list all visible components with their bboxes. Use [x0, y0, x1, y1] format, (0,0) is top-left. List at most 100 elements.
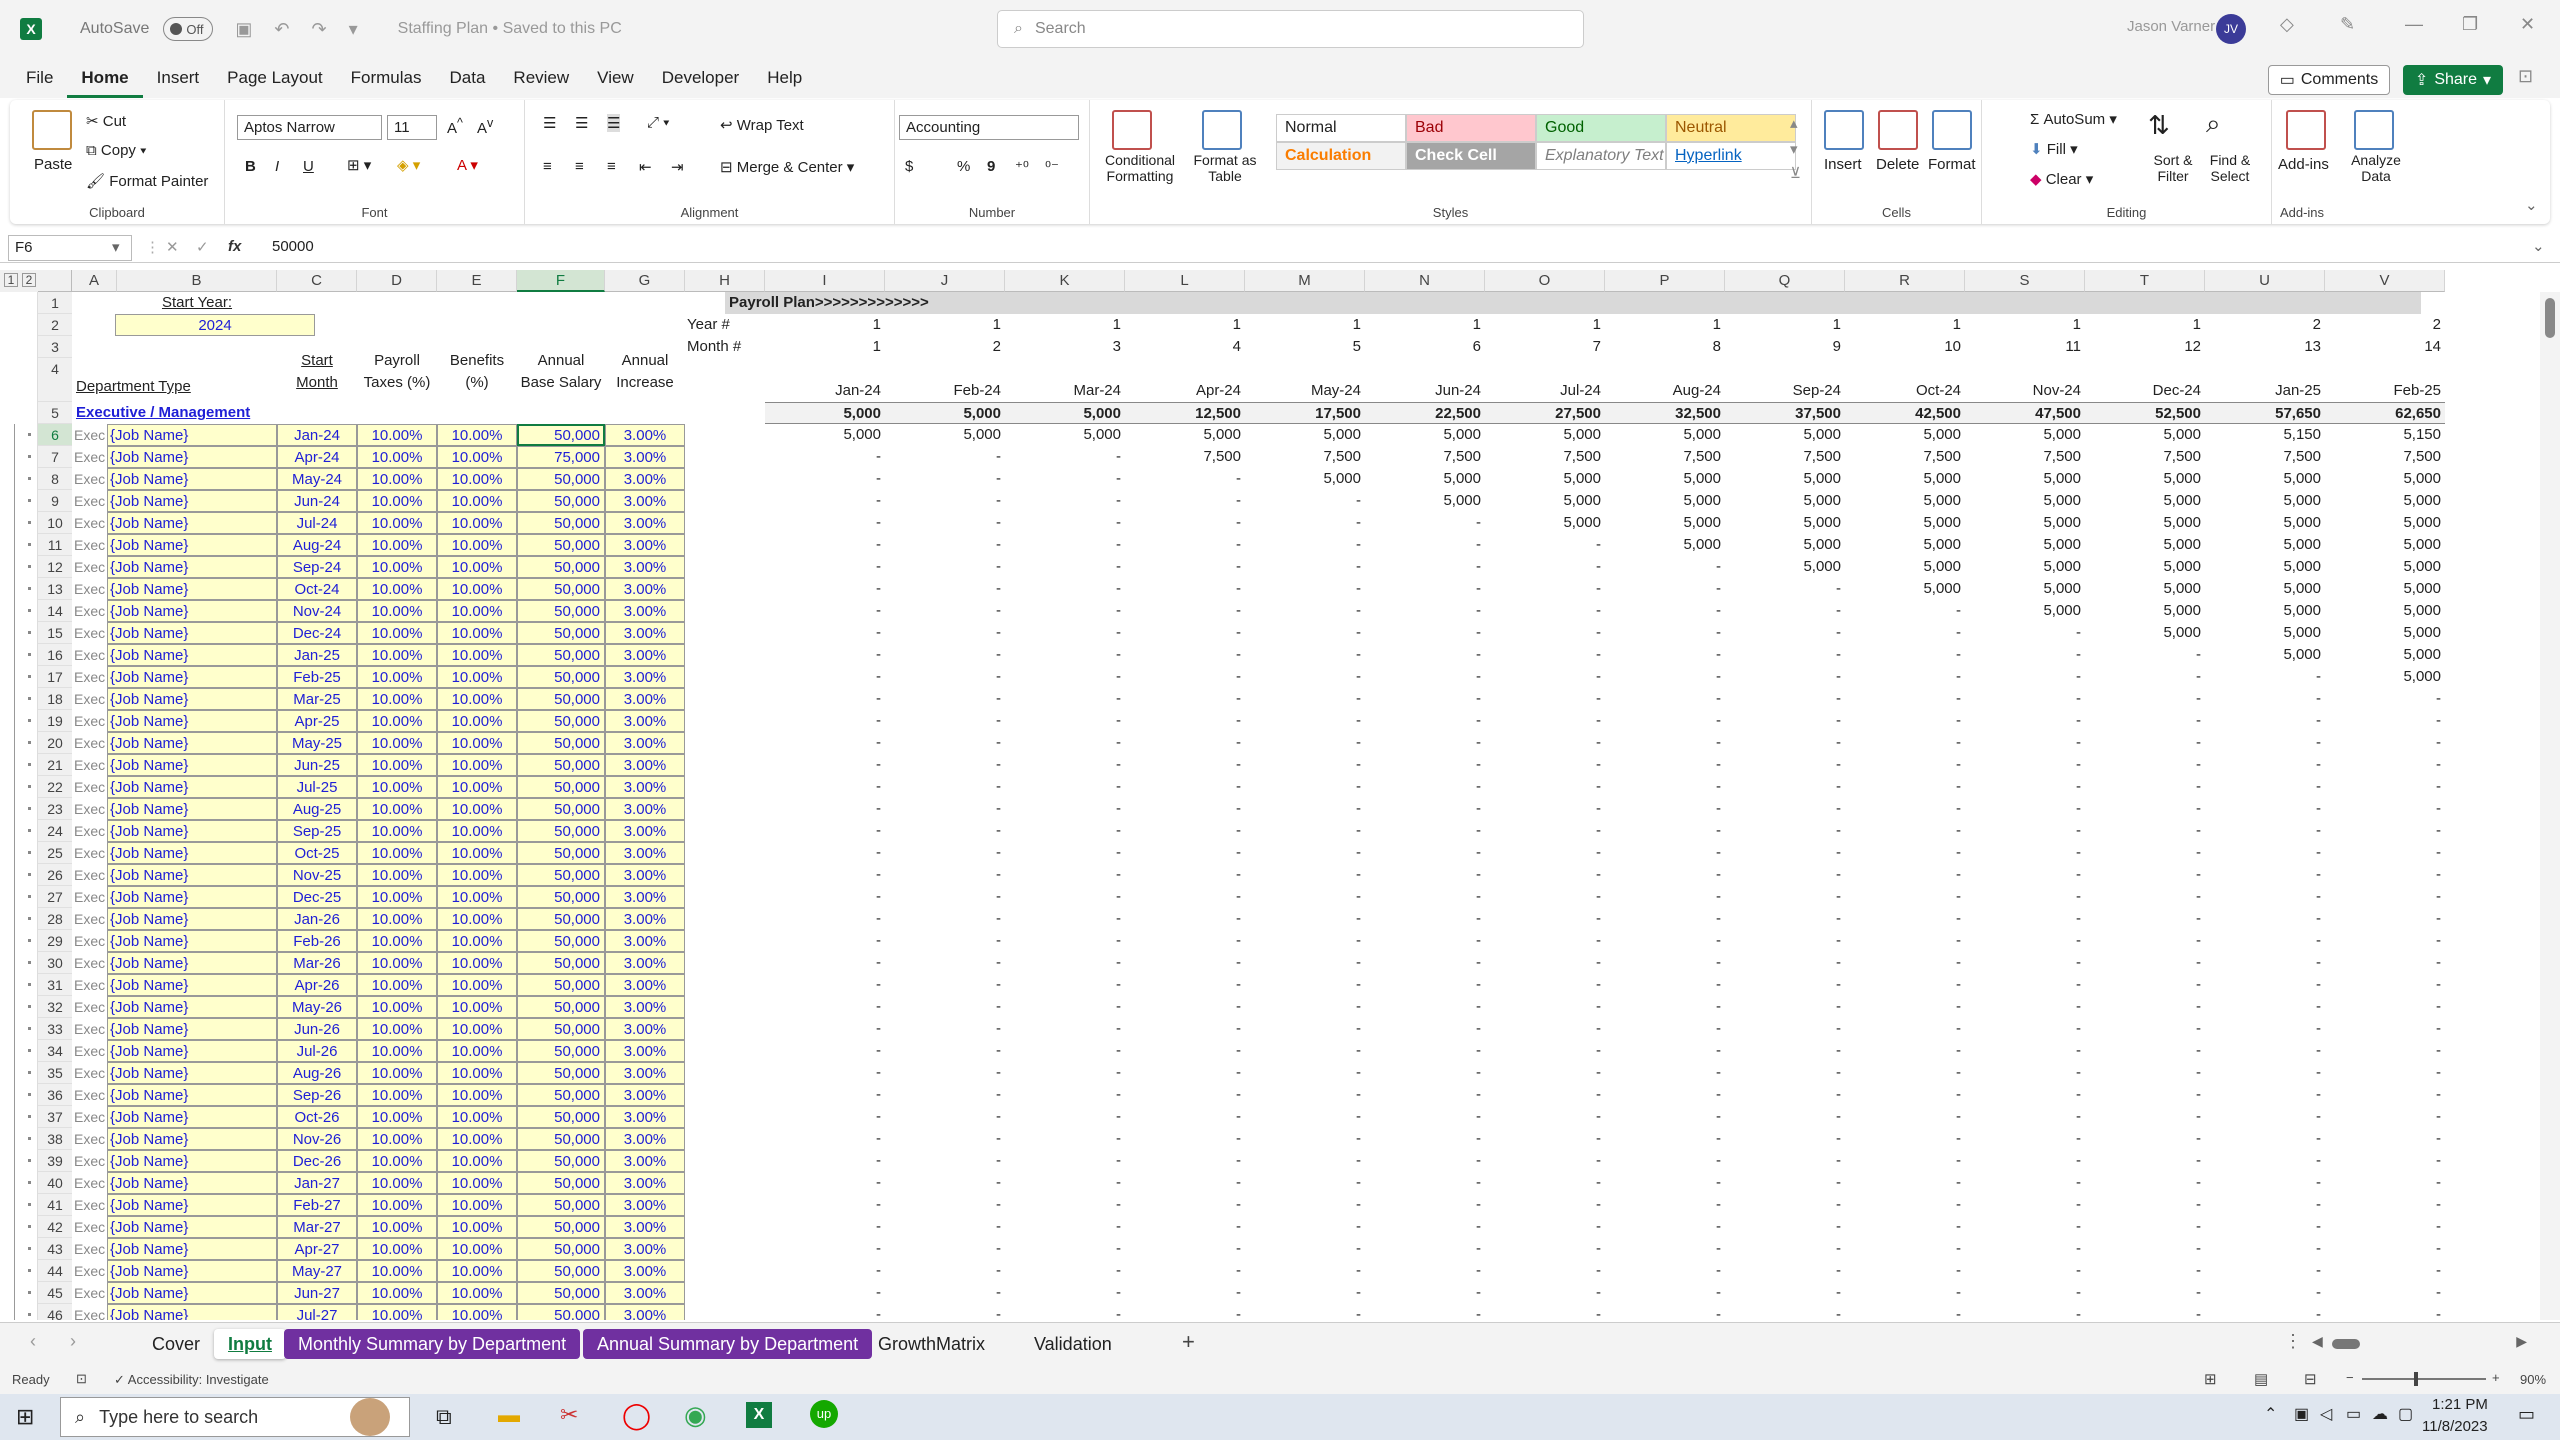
payroll-tax-input[interactable]: 10.00% — [357, 1040, 437, 1062]
start-month-input[interactable]: Sep-24 — [277, 556, 357, 578]
collapse-ribbon-icon[interactable]: ⌄ — [2525, 196, 2538, 214]
job-name-input[interactable]: {Job Name} — [107, 1238, 277, 1260]
conditional-formatting-button[interactable]: Conditional Formatting — [1094, 152, 1186, 184]
row-header[interactable]: 32 — [38, 996, 72, 1018]
base-salary-input[interactable]: 50,000 — [517, 1106, 605, 1128]
base-salary-input[interactable]: 50,000 — [517, 952, 605, 974]
insert-cells-icon[interactable] — [1824, 110, 1864, 150]
cut-button[interactable]: ✂ Cut — [86, 112, 126, 130]
base-salary-input[interactable]: 50,000 — [517, 842, 605, 864]
row-header[interactable]: 21 — [38, 754, 72, 776]
job-name-input[interactable]: {Job Name} — [107, 644, 277, 666]
benefits-input[interactable]: 10.00% — [437, 952, 517, 974]
job-name-input[interactable]: {Job Name} — [107, 1304, 277, 1320]
align-right-icon[interactable]: ≡ — [607, 158, 616, 175]
row-header[interactable]: 1 — [38, 292, 72, 314]
start-month-input[interactable]: Feb-26 — [277, 930, 357, 952]
benefits-input[interactable]: 10.00% — [437, 886, 517, 908]
row-header[interactable]: 26 — [38, 864, 72, 886]
payroll-tax-input[interactable]: 10.00% — [357, 974, 437, 996]
column-header[interactable]: V — [2325, 270, 2445, 292]
benefits-input[interactable]: 10.00% — [437, 446, 517, 468]
styles-scroll-down-icon[interactable]: ▾ — [1790, 140, 1798, 158]
column-header[interactable]: A — [72, 270, 117, 292]
benefits-input[interactable]: 10.00% — [437, 578, 517, 600]
payroll-tax-input[interactable]: 10.00% — [357, 512, 437, 534]
payroll-tax-input[interactable]: 10.00% — [357, 1304, 437, 1320]
base-salary-input[interactable]: 75,000 — [517, 446, 605, 468]
start-month-input[interactable]: Jun-27 — [277, 1282, 357, 1304]
column-header[interactable]: H — [685, 270, 765, 292]
column-header[interactable]: O — [1485, 270, 1605, 292]
benefits-input[interactable]: 10.00% — [437, 556, 517, 578]
job-name-input[interactable]: {Job Name} — [107, 1282, 277, 1304]
row-header[interactable]: 20 — [38, 732, 72, 754]
base-salary-input[interactable]: 50,000 — [517, 512, 605, 534]
volume-icon[interactable]: ◁ — [2320, 1404, 2332, 1424]
start-month-input[interactable]: Jul-26 — [277, 1040, 357, 1062]
job-name-input[interactable]: {Job Name} — [107, 1040, 277, 1062]
base-salary-input[interactable]: 50,000 — [517, 798, 605, 820]
file-explorer-icon[interactable]: ▬ — [498, 1402, 520, 1428]
start-month-input[interactable]: Jan-27 — [277, 1172, 357, 1194]
base-salary-input[interactable]: 50,000 — [517, 1260, 605, 1282]
start-month-input[interactable]: May-26 — [277, 996, 357, 1018]
start-month-input[interactable]: Jun-26 — [277, 1018, 357, 1040]
outline-levels[interactable]: 1 2 — [0, 270, 38, 292]
row-header[interactable]: 8 — [38, 468, 72, 490]
annual-increase-input[interactable]: 3.00% — [605, 1282, 685, 1304]
annual-increase-input[interactable]: 3.00% — [605, 446, 685, 468]
payroll-tax-input[interactable]: 10.00% — [357, 842, 437, 864]
job-name-input[interactable]: {Job Name} — [107, 1172, 277, 1194]
payroll-tax-input[interactable]: 10.00% — [357, 996, 437, 1018]
increase-decimal-icon[interactable]: ⁺⁰ — [1015, 158, 1029, 176]
job-name-input[interactable]: {Job Name} — [107, 622, 277, 644]
start-month-input[interactable]: Dec-26 — [277, 1150, 357, 1172]
enter-icon[interactable]: ✓ — [196, 238, 209, 256]
start-month-input[interactable]: Aug-24 — [277, 534, 357, 556]
annual-increase-input[interactable]: 3.00% — [605, 1194, 685, 1216]
avatar[interactable]: JV — [2216, 14, 2246, 44]
payroll-tax-input[interactable]: 10.00% — [357, 1216, 437, 1238]
row-header[interactable]: 44 — [38, 1260, 72, 1282]
start-month-input[interactable]: Mar-25 — [277, 688, 357, 710]
payroll-tax-input[interactable]: 10.00% — [357, 776, 437, 798]
start-month-input[interactable]: Nov-26 — [277, 1128, 357, 1150]
benefits-input[interactable]: 10.00% — [437, 666, 517, 688]
start-month-input[interactable]: Jun-24 — [277, 490, 357, 512]
decrease-decimal-icon[interactable]: ⁰⁻ — [1045, 158, 1059, 176]
horizontal-scrollbar[interactable]: ◀ ▶ — [2312, 1333, 2527, 1351]
cell-style-check-cell[interactable]: Check Cell — [1406, 142, 1536, 170]
job-name-input[interactable]: {Job Name} — [107, 798, 277, 820]
annual-increase-input[interactable]: 3.00% — [605, 556, 685, 578]
annual-increase-input[interactable]: 3.00% — [605, 688, 685, 710]
base-salary-input[interactable]: 50,000 — [517, 930, 605, 952]
row-header[interactable]: 12 — [38, 556, 72, 578]
row-header[interactable]: 38 — [38, 1128, 72, 1150]
payroll-tax-input[interactable]: 10.00% — [357, 732, 437, 754]
tab-insert[interactable]: Insert — [143, 58, 214, 98]
payroll-tax-input[interactable]: 10.00% — [357, 1128, 437, 1150]
tray-chevron-icon[interactable]: ⌃ — [2264, 1404, 2277, 1424]
column-header[interactable]: U — [2205, 270, 2325, 292]
job-name-input[interactable]: {Job Name} — [107, 1216, 277, 1238]
merge-center-button[interactable]: ⊟ Merge & Center ▾ — [720, 158, 854, 176]
column-header[interactable]: G — [605, 270, 685, 292]
search-input[interactable]: ⌕ Search — [997, 10, 1584, 48]
annual-increase-input[interactable]: 3.00% — [605, 1040, 685, 1062]
start-year-input[interactable]: 2024 — [115, 314, 315, 336]
bold-button[interactable]: B — [245, 158, 256, 175]
job-name-input[interactable]: {Job Name} — [107, 996, 277, 1018]
align-left-icon[interactable]: ≡ — [543, 158, 552, 175]
underline-button[interactable]: U — [303, 158, 314, 175]
row-header[interactable]: 43 — [38, 1238, 72, 1260]
diamond-icon[interactable]: ◇ — [2280, 14, 2294, 35]
row-header[interactable]: 41 — [38, 1194, 72, 1216]
annual-increase-input[interactable]: 3.00% — [605, 732, 685, 754]
network-icon[interactable]: ▣ — [2294, 1404, 2309, 1424]
italic-button[interactable]: I — [275, 158, 279, 175]
start-month-input[interactable]: Jul-25 — [277, 776, 357, 798]
row-header[interactable]: 5 — [38, 402, 72, 424]
payroll-tax-input[interactable]: 10.00% — [357, 820, 437, 842]
expand-formula-icon[interactable]: ⌄ — [2532, 237, 2545, 255]
